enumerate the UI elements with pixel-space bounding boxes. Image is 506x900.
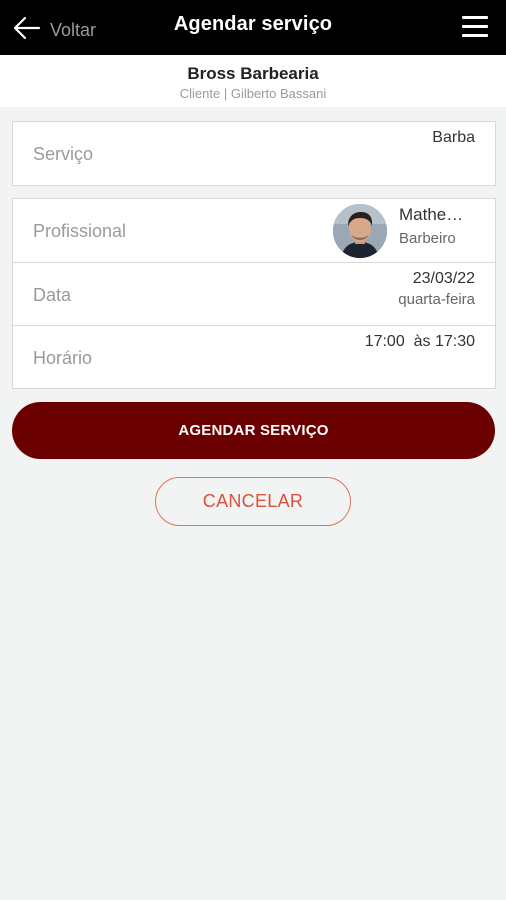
schedule-service-button[interactable]: AGENDAR SERVIÇO [12,402,495,459]
page-title: Agendar serviço [173,13,333,35]
top-app-bar: Voltar Agendar serviço [0,0,506,55]
shop-name: Bross Barbearia [187,64,319,83]
time-value: 17:00 às 17:30 [364,333,475,350]
shop-header: Bross Barbearia Cliente | Gilberto Bassa… [0,55,506,107]
date-weekday: quarta-feira [398,291,475,308]
date-row[interactable]: Data 23/03/22 quarta-feira [13,262,495,325]
service-row[interactable]: Serviço Barba [13,122,495,185]
service-value: Barba [432,129,475,146]
time-row[interactable]: Horário 17:00 às 17:30 [13,325,495,388]
details-card: Profissional Mathe… Barbeiro Data 23/03/… [12,198,496,389]
date-value: 23/03/22 [412,270,475,287]
service-label: Serviço [33,144,94,164]
client-line: Cliente | Gilberto Bassani [179,86,327,101]
date-label: Data [33,285,72,305]
avatar [333,204,387,258]
professional-row[interactable]: Profissional Mathe… Barbeiro [13,199,495,262]
service-card[interactable]: Serviço Barba [12,121,496,186]
cancel-button[interactable]: CANCELAR [155,477,351,526]
time-label: Horário [33,348,93,368]
professional-name: Mathe… [399,205,464,224]
hamburger-menu-icon[interactable] [462,16,488,38]
professional-role: Barbeiro [399,230,456,247]
professional-label: Profissional [33,221,127,241]
